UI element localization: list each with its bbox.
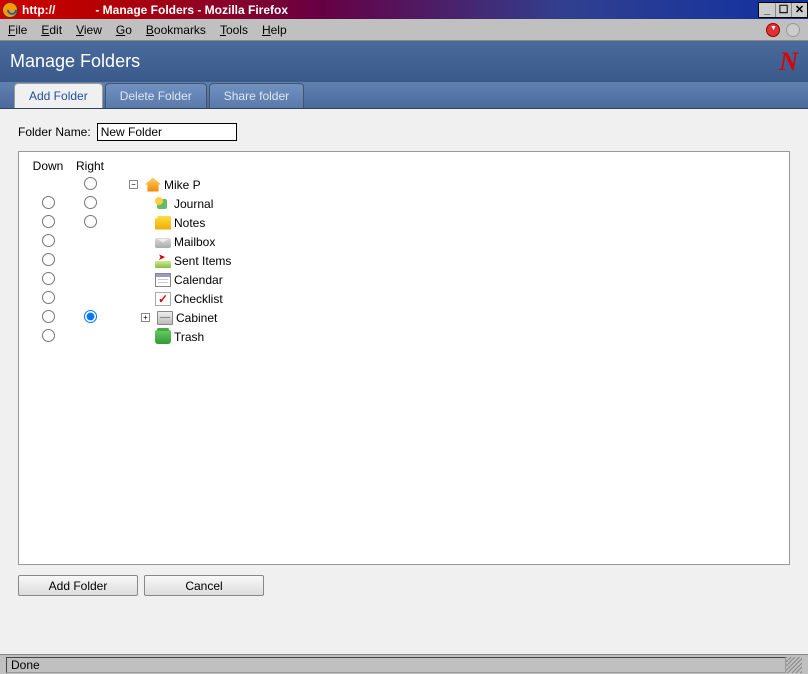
column-right-header: Right bbox=[69, 159, 111, 173]
notes-icon bbox=[155, 216, 171, 230]
sent-icon bbox=[155, 254, 171, 268]
status-bar: Done bbox=[0, 654, 808, 674]
stop-icon[interactable] bbox=[766, 23, 780, 37]
checklist-icon bbox=[155, 292, 171, 306]
page-header: Manage Folders N bbox=[0, 41, 808, 82]
column-down-header: Down bbox=[27, 159, 69, 173]
menu-edit[interactable]: Edit bbox=[41, 23, 62, 37]
tab-delete-folder[interactable]: Delete Folder bbox=[105, 83, 207, 108]
down-radio-mailbox[interactable] bbox=[42, 234, 55, 247]
add-folder-button[interactable]: Add Folder bbox=[18, 575, 138, 596]
tree-item-label: Notes bbox=[174, 216, 205, 230]
status-text: Done bbox=[11, 658, 40, 672]
content-area: Folder Name: Down Right − Mike P Journal bbox=[0, 109, 808, 655]
right-radio-root[interactable] bbox=[84, 177, 97, 190]
down-radio-journal[interactable] bbox=[42, 196, 55, 209]
right-radio-journal[interactable] bbox=[84, 196, 97, 209]
folder-tree-panel: Down Right − Mike P Journal Notes bbox=[18, 151, 790, 565]
mailbox-icon bbox=[155, 238, 171, 248]
menu-bookmarks[interactable]: Bookmarks bbox=[146, 23, 206, 37]
novell-logo-icon: N bbox=[779, 47, 798, 77]
window-titlebar: http:// - Manage Folders - Mozilla Firef… bbox=[0, 0, 808, 19]
right-radio-cabinet[interactable] bbox=[84, 310, 97, 323]
tree-item-label: Mailbox bbox=[174, 235, 215, 249]
down-radio-cabinet[interactable] bbox=[42, 310, 55, 323]
down-radio-calendar[interactable] bbox=[42, 272, 55, 285]
tab-add-folder[interactable]: Add Folder bbox=[14, 83, 103, 108]
journal-icon bbox=[155, 197, 171, 211]
expander-root[interactable]: − bbox=[129, 180, 138, 189]
tab-bar: Add Folder Delete Folder Share folder bbox=[0, 82, 808, 109]
tab-share-folder[interactable]: Share folder bbox=[209, 83, 304, 108]
window-title: - Manage Folders - Mozilla Firefox bbox=[95, 3, 288, 17]
down-radio-checklist[interactable] bbox=[42, 291, 55, 304]
tree-item-label: Sent Items bbox=[174, 254, 231, 268]
menu-file[interactable]: File bbox=[8, 23, 27, 37]
tree-root-label: Mike P bbox=[164, 178, 201, 192]
down-radio-sent[interactable] bbox=[42, 253, 55, 266]
expander-cabinet[interactable]: + bbox=[141, 313, 150, 322]
cancel-button[interactable]: Cancel bbox=[144, 575, 264, 596]
menu-go[interactable]: Go bbox=[116, 23, 132, 37]
menu-tools[interactable]: Tools bbox=[220, 23, 248, 37]
folder-name-label: Folder Name: bbox=[18, 125, 91, 139]
down-radio-trash[interactable] bbox=[42, 329, 55, 342]
menu-view[interactable]: View bbox=[76, 23, 102, 37]
titlebar-url: http:// bbox=[22, 3, 55, 17]
page-title: Manage Folders bbox=[10, 51, 140, 72]
tree-item-label: Journal bbox=[174, 197, 213, 211]
tree-item-label: Checklist bbox=[174, 292, 223, 306]
maximize-button[interactable]: ☐ bbox=[775, 3, 791, 17]
home-icon bbox=[145, 178, 161, 192]
down-radio-notes[interactable] bbox=[42, 215, 55, 228]
window-controls: _ ☐ ✕ bbox=[758, 2, 808, 18]
tree-item-label: Trash bbox=[174, 330, 204, 344]
firefox-icon bbox=[2, 2, 18, 18]
menubar: File Edit View Go Bookmarks Tools Help bbox=[0, 19, 808, 41]
tree-item-label: Cabinet bbox=[176, 311, 217, 325]
cabinet-icon bbox=[157, 311, 173, 325]
close-button[interactable]: ✕ bbox=[791, 3, 807, 17]
throbber-icon bbox=[786, 23, 800, 37]
trash-icon bbox=[155, 330, 171, 344]
tree-item-label: Calendar bbox=[174, 273, 223, 287]
menu-help[interactable]: Help bbox=[262, 23, 287, 37]
resize-grip[interactable] bbox=[786, 657, 802, 673]
right-radio-notes[interactable] bbox=[84, 215, 97, 228]
calendar-icon bbox=[155, 273, 171, 287]
minimize-button[interactable]: _ bbox=[759, 3, 775, 17]
folder-name-input[interactable] bbox=[97, 123, 237, 141]
